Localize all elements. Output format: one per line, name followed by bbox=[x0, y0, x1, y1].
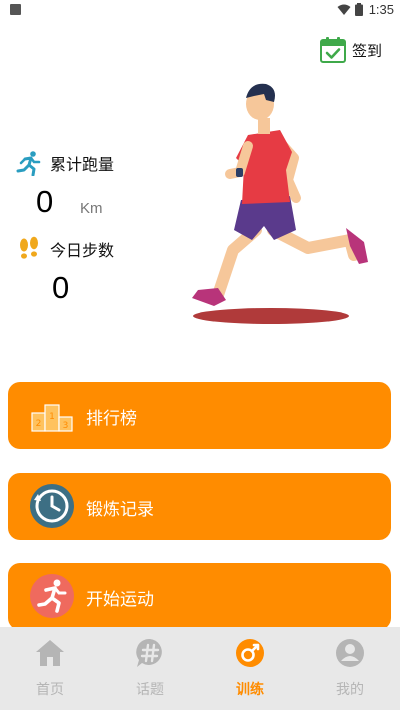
tab-profile-label: 我的 bbox=[336, 682, 364, 698]
battery-icon bbox=[354, 3, 363, 16]
tab-topics-label: 话题 bbox=[136, 682, 164, 698]
leaderboard-button[interactable]: 2 1 3 排行榜 bbox=[8, 382, 391, 449]
runner-illustration bbox=[192, 83, 368, 324]
profile-icon bbox=[336, 639, 364, 667]
start-workout-button[interactable]: 开始运动 bbox=[8, 563, 391, 630]
training-icon bbox=[236, 639, 264, 667]
tab-home-label: 首页 bbox=[36, 682, 64, 698]
tab-training-label: 训练 bbox=[236, 682, 264, 698]
status-bar: 1:35 bbox=[0, 0, 400, 22]
today-steps-value: 0 bbox=[52, 270, 70, 305]
running-icon bbox=[16, 151, 41, 176]
status-time: 1:35 bbox=[368, 2, 394, 17]
notification-icon bbox=[10, 4, 21, 15]
wifi-icon bbox=[337, 4, 351, 15]
svg-text:2: 2 bbox=[36, 419, 42, 429]
calendar-check-icon bbox=[319, 37, 346, 63]
status-right: 1:35 bbox=[337, 2, 394, 17]
svg-text:3: 3 bbox=[63, 421, 69, 431]
workout-history-label: 锻炼记录 bbox=[86, 500, 154, 520]
workout-history-button[interactable]: 锻炼记录 bbox=[8, 473, 391, 540]
tab-profile[interactable]: 我的 bbox=[300, 627, 400, 710]
checkin-button[interactable]: 签到 bbox=[319, 36, 382, 64]
today-steps-stat: 今日步数 bbox=[16, 236, 114, 262]
tab-training[interactable]: 训练 bbox=[200, 627, 300, 710]
tab-home[interactable]: 首页 bbox=[0, 627, 100, 710]
total-distance-value: 0 bbox=[36, 184, 54, 219]
topic-hashtag-icon bbox=[136, 638, 162, 667]
start-workout-label: 开始运动 bbox=[86, 590, 154, 610]
footprints-icon bbox=[20, 236, 38, 259]
total-distance-title: 累计跑量 bbox=[50, 155, 115, 174]
history-clock-icon bbox=[30, 484, 74, 528]
home-icon bbox=[36, 640, 64, 666]
total-distance-unit: Km bbox=[80, 200, 103, 217]
today-steps-title: 今日步数 bbox=[50, 241, 115, 260]
svg-text:1: 1 bbox=[49, 412, 55, 422]
bottom-tab-bar: 首页 话题 训练 我的 bbox=[0, 627, 400, 710]
tab-topics[interactable]: 话题 bbox=[100, 627, 200, 710]
runner-icon bbox=[30, 574, 74, 618]
podium-icon: 2 1 3 bbox=[31, 404, 73, 432]
total-distance-stat: 累计跑量 bbox=[16, 150, 114, 176]
checkin-label: 签到 bbox=[351, 41, 382, 60]
leaderboard-label: 排行榜 bbox=[86, 409, 137, 429]
